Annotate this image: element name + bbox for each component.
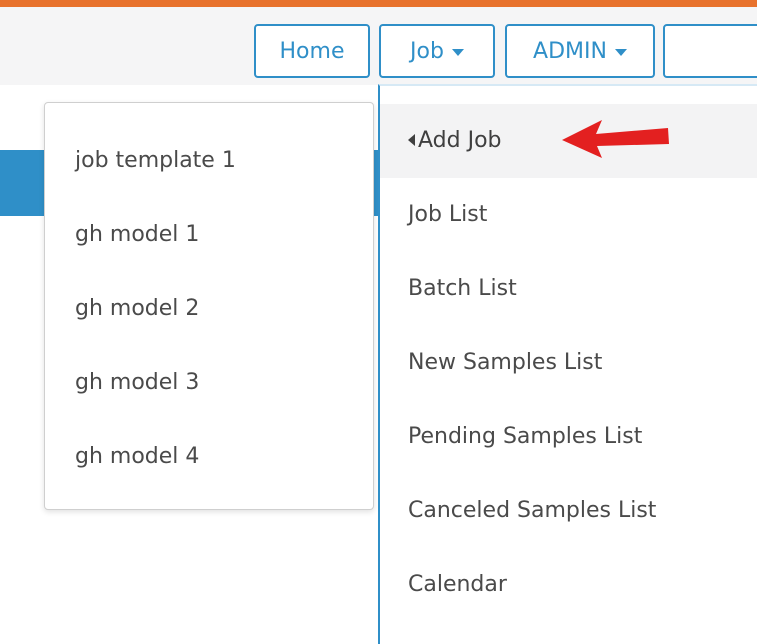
red-arrow-icon	[562, 120, 669, 158]
chevron-down-icon	[451, 49, 464, 56]
template-item[interactable]: job template 1	[75, 141, 236, 181]
top-accent-line	[0, 0, 757, 7]
job-menu-button[interactable]: Job	[379, 24, 495, 78]
template-item[interactable]: gh model 3	[75, 363, 199, 403]
template-item[interactable]: gh model 1	[75, 215, 199, 255]
job-button-label: Job	[410, 38, 444, 64]
home-button-label: Home	[279, 38, 345, 64]
menu-item-batch-list[interactable]: Batch List	[380, 252, 757, 326]
home-button[interactable]: Home	[254, 24, 370, 78]
chevron-down-icon	[614, 49, 627, 56]
menu-item-label: Pending Samples List	[408, 424, 643, 449]
menu-item-label: Add Job	[418, 128, 502, 153]
admin-menu-button[interactable]: ADMIN	[505, 24, 655, 78]
menu-item-label: Batch List	[408, 276, 517, 301]
job-dropdown-menu: Add Job Job List Batch List New Samples …	[378, 84, 757, 644]
menu-item-label: Calendar	[408, 572, 507, 597]
caret-left-icon	[408, 134, 415, 146]
template-item[interactable]: gh model 2	[75, 289, 199, 329]
job-template-submenu: job template 1 gh model 1 gh model 2 gh …	[44, 102, 374, 510]
menu-item-job-list[interactable]: Job List	[380, 178, 757, 252]
menu-item-label: Job List	[408, 202, 488, 227]
menu-item-calendar[interactable]: Calendar	[380, 548, 757, 622]
template-item[interactable]: gh model 4	[75, 437, 199, 477]
menu-item-pending-samples-list[interactable]: Pending Samples List	[380, 400, 757, 474]
search-input[interactable]	[663, 24, 757, 78]
admin-button-label: ADMIN	[533, 38, 607, 64]
menu-item-new-samples-list[interactable]: New Samples List	[380, 326, 757, 400]
menu-item-canceled-samples-list[interactable]: Canceled Samples List	[380, 474, 757, 548]
menu-item-label: New Samples List	[408, 350, 603, 375]
menu-item-label: Canceled Samples List	[408, 498, 657, 523]
